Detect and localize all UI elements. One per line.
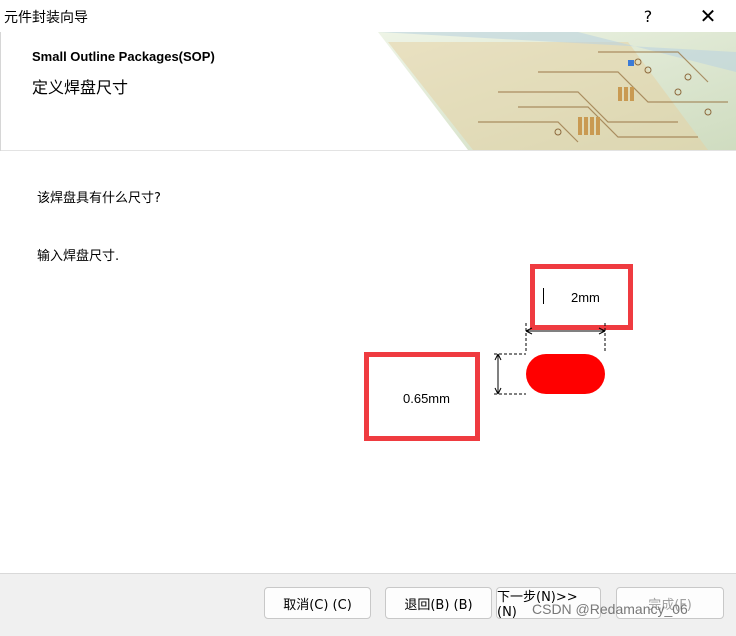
header-title: Small Outline Packages(SOP) [32,49,215,64]
wizard-content: 该焊盘具有什么尺寸? 输入焊盘尺寸. 2mm 0.65mm [0,151,736,573]
pcb-banner-image [378,32,736,150]
text-caret [543,288,544,304]
header-subtitle: 定义焊盘尺寸 [32,78,129,97]
size-instruction: 输入焊盘尺寸. [37,249,120,264]
help-button[interactable]: ? [632,0,664,32]
size-question: 该焊盘具有什么尺寸? [37,191,161,206]
title-bar: 元件封装向导 ? ✕ [0,0,736,32]
cancel-button[interactable]: 取消(C) (C) [264,587,371,619]
close-button[interactable]: ✕ [688,0,728,32]
highlight-box-height: 0.65mm [364,352,480,441]
wizard-header: Small Outline Packages(SOP) 定义焊盘尺寸 [0,32,736,151]
pad-height-field[interactable]: 0.65mm [403,391,450,406]
pad-width-field[interactable]: 2mm [571,290,600,305]
window-title: 元件封装向导 [4,10,88,26]
watermark: CSDN @Redamancy_06 [532,601,688,617]
back-button[interactable]: 退回(B) (B) [385,587,492,619]
pad-shape [526,354,605,394]
